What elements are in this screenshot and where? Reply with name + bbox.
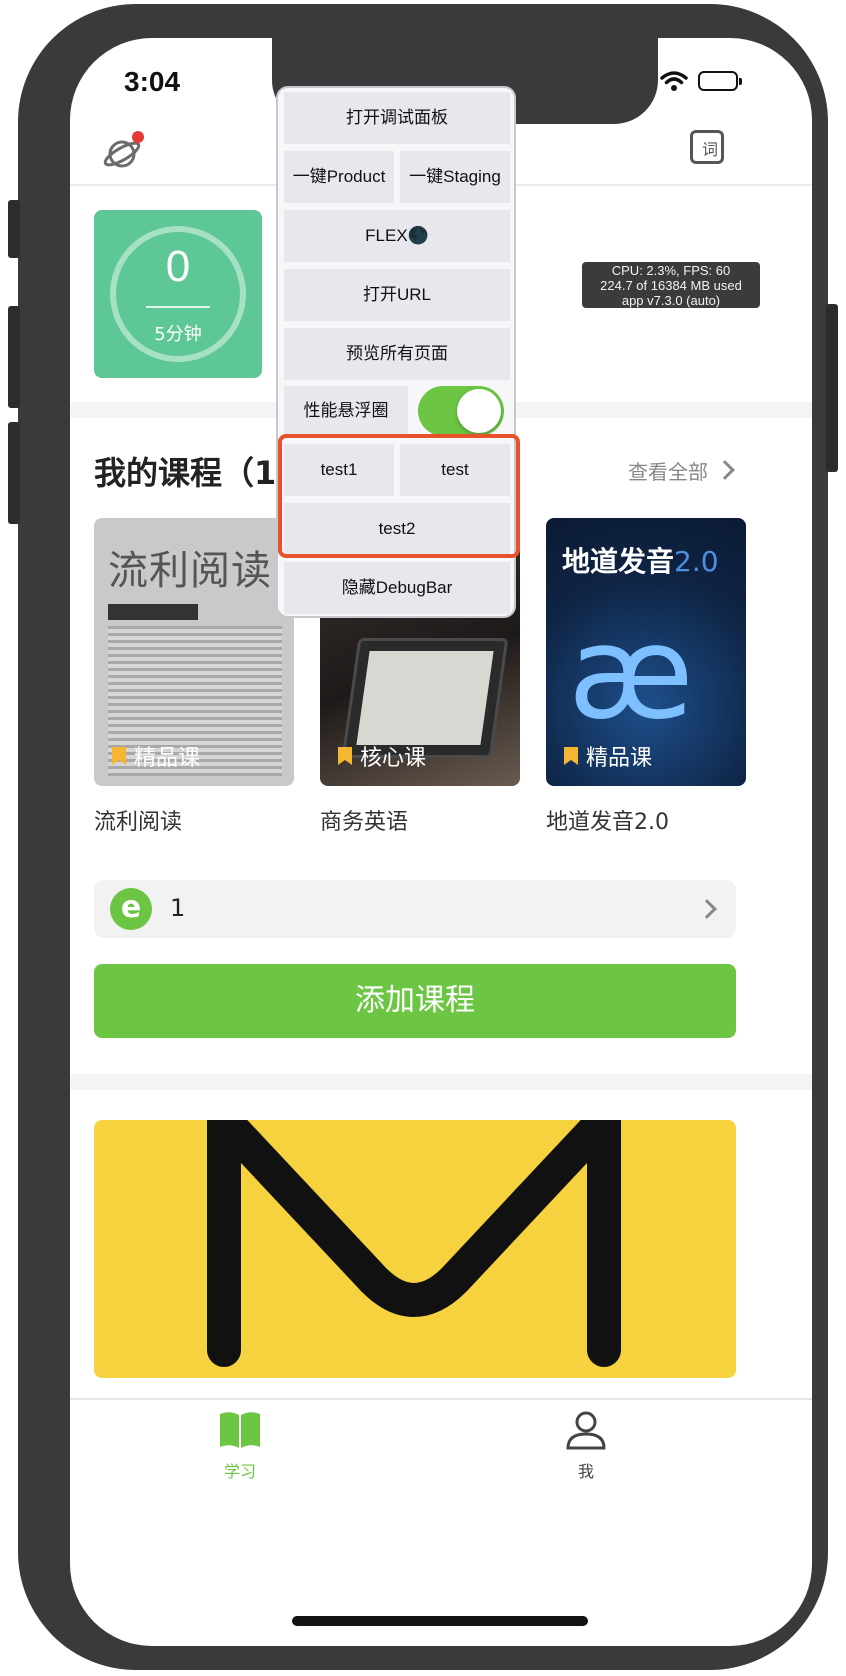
- ring-divider: [146, 306, 210, 308]
- dictionary-icon[interactable]: 词: [690, 130, 724, 164]
- chevron-right-icon: [697, 899, 717, 919]
- staging-env-button[interactable]: 一键Staging: [400, 151, 510, 203]
- perf-cpu-line: CPU: 2.3%, FPS: 60: [611, 263, 731, 278]
- my-courses-title: 我的课程（17: [94, 454, 299, 492]
- course-cover: 地道发音2.0 æ 精品课: [546, 518, 746, 786]
- side-button: [826, 304, 838, 472]
- perf-bubble-label: 性能悬浮圈: [284, 386, 408, 436]
- view-all-link[interactable]: 查看全部: [628, 456, 708, 485]
- perf-memory-line: 224.7 of 16384 MB used: [600, 278, 742, 293]
- cover-version: 2.0: [674, 545, 719, 578]
- flex-button[interactable]: FLEX🌑: [284, 210, 510, 262]
- highlight-box: [278, 434, 520, 558]
- study-goal: 5分钟: [154, 324, 202, 345]
- section-spacer: [70, 1074, 812, 1090]
- course-badge: 精品课: [564, 740, 652, 772]
- performance-overlay: CPU: 2.3%, FPS: 60 224.7 of 16384 MB use…: [582, 262, 760, 308]
- preview-all-pages-button[interactable]: 预览所有页面: [284, 328, 510, 380]
- course-name: 地道发音2.0: [546, 810, 669, 835]
- promo-banner[interactable]: [94, 1120, 736, 1378]
- course-card[interactable]: 地道发音2.0 æ 精品课 地道发音2.0: [546, 518, 746, 836]
- tab-study[interactable]: 学习: [190, 1410, 290, 1482]
- side-button: [8, 422, 20, 524]
- badge-label: 核心课: [360, 746, 427, 771]
- home-indicator: [292, 1616, 588, 1626]
- tab-bar-divider: [70, 1398, 812, 1400]
- perf-bubble-toggle[interactable]: [418, 386, 504, 436]
- wordbook-row[interactable]: e 1: [94, 880, 736, 938]
- toggle-knob: [457, 389, 501, 433]
- wifi-icon: [660, 71, 688, 91]
- planet-icon[interactable]: [102, 130, 146, 174]
- user-icon: [566, 1411, 606, 1450]
- cover-title: 流利阅读: [108, 548, 272, 594]
- perf-version-line: app v7.3.0 (auto): [621, 293, 721, 308]
- badge-label: 精品课: [134, 746, 201, 771]
- cover-title-text: 地道发音: [562, 545, 675, 578]
- course-cover: 流利阅读 精品课: [94, 518, 294, 786]
- tab-me-label: 我: [577, 1462, 594, 1481]
- side-button: [8, 200, 20, 258]
- cover-strip: [108, 604, 198, 620]
- open-book-icon: [220, 1412, 260, 1448]
- status-time: 3:04: [124, 66, 181, 97]
- course-badge: 精品课: [112, 740, 200, 772]
- chevron-right-icon: [715, 460, 735, 480]
- view-all-label: 查看全部: [628, 460, 708, 484]
- side-button: [8, 306, 20, 408]
- bookmark-icon: [564, 747, 578, 765]
- hide-debugbar-button[interactable]: 隐藏DebugBar: [284, 562, 510, 614]
- bookmark-icon: [112, 747, 126, 765]
- course-badge: 核心课: [338, 740, 426, 772]
- study-progress-card[interactable]: 0 5分钟: [94, 210, 262, 378]
- battery-icon: [698, 71, 742, 91]
- add-course-button[interactable]: 添加课程: [94, 964, 736, 1038]
- open-url-button[interactable]: 打开URL: [284, 269, 510, 321]
- open-debug-panel-button[interactable]: 打开调试面板: [284, 92, 510, 144]
- tab-me[interactable]: 我: [536, 1410, 636, 1482]
- e-logo-icon: e: [110, 888, 152, 930]
- study-minutes: 0: [165, 242, 191, 291]
- banner-art: [207, 1120, 621, 1367]
- badge-label: 精品课: [586, 746, 653, 771]
- course-card[interactable]: 流利阅读 精品课 流利阅读: [94, 518, 294, 836]
- cover-ae-logo: æ: [568, 599, 694, 748]
- course-name: 流利阅读: [94, 810, 183, 835]
- wordbook-value: 1: [170, 894, 186, 922]
- product-env-button[interactable]: 一键Product: [284, 151, 394, 203]
- bookmark-icon: [338, 747, 352, 765]
- course-name: 商务英语: [320, 810, 409, 835]
- tab-study-label: 学习: [223, 1462, 256, 1481]
- cover-title: 地道发音2.0: [562, 540, 719, 580]
